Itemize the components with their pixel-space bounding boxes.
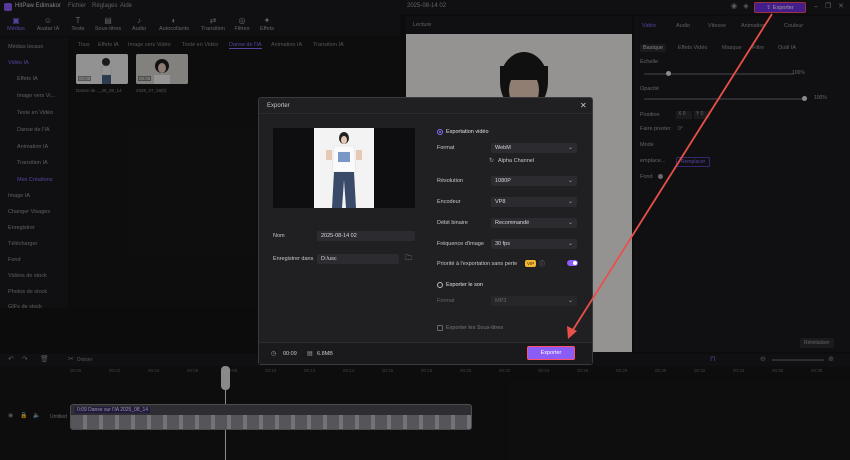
annotation-arrow-head (567, 326, 577, 339)
annotation-arrow-line (570, 13, 773, 334)
annotation-arrow (567, 13, 773, 339)
